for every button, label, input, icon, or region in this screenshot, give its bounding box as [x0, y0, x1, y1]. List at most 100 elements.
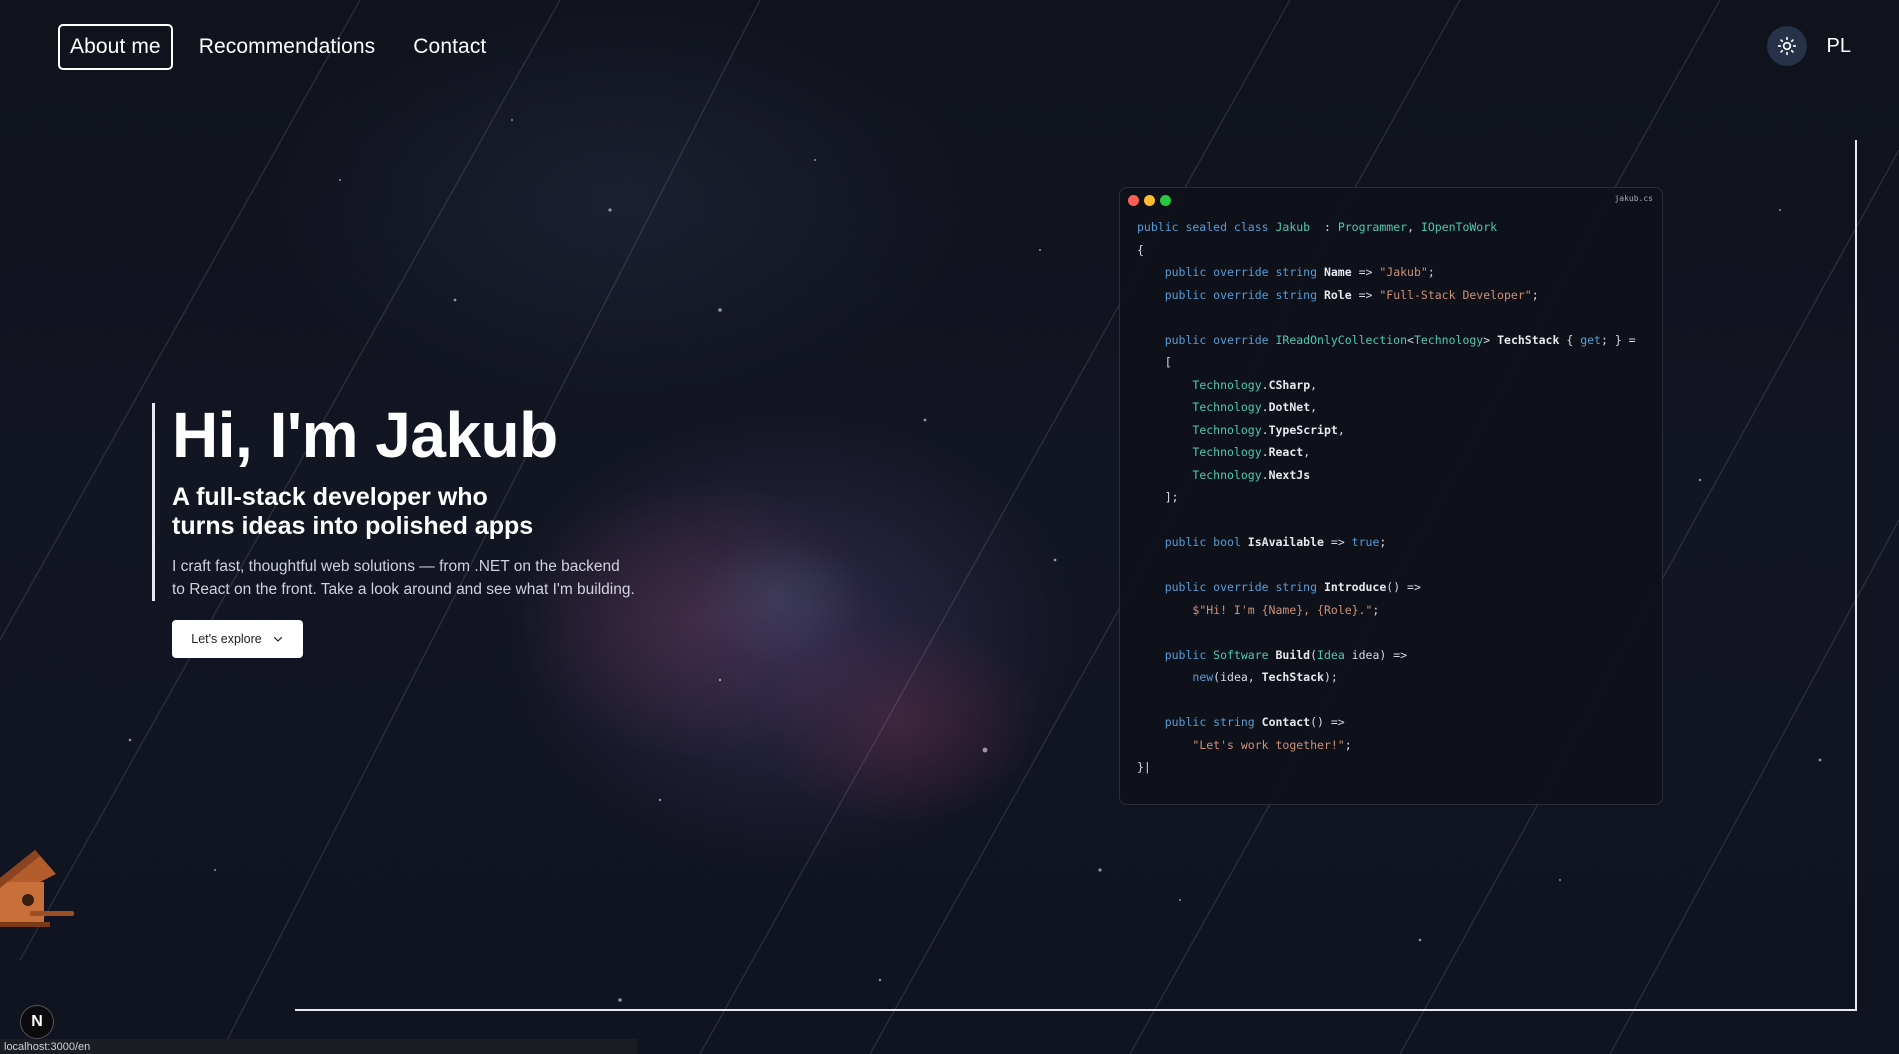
code-window-titlebar: jakub.cs: [1120, 188, 1662, 212]
code-token: Contact: [1261, 715, 1311, 729]
code-body: public sealed class Jakub : Programmer, …: [1120, 212, 1662, 779]
code-token: Name: [1323, 265, 1352, 279]
lets-explore-button[interactable]: Let's explore: [172, 620, 303, 658]
code-line: public override string Name => "Jakub";: [1137, 261, 1662, 284]
code-token: public: [1164, 647, 1214, 662]
code-token: DotNet: [1268, 400, 1311, 414]
code-token: ;: [1531, 287, 1539, 302]
code-token: "Full-Stack Developer": [1379, 287, 1532, 302]
frame-line-horizontal: [295, 1009, 1857, 1011]
code-line: public bool IsAvailable => true;: [1137, 531, 1662, 554]
hero-subtitle: A full-stack developer who turns ideas i…: [172, 483, 635, 541]
nextjs-badge[interactable]: N: [20, 1005, 54, 1039]
code-token: .: [1261, 377, 1269, 392]
hero-section: Hi, I'm Jakub A full-stack developer who…: [152, 403, 635, 601]
minimize-dot: [1144, 194, 1155, 206]
code-line: public override string Introduce() =>: [1137, 576, 1662, 599]
nav-contact[interactable]: Contact: [401, 24, 498, 70]
code-token: Role: [1323, 287, 1352, 302]
sun-icon: [1777, 36, 1796, 56]
code-token: IOpenToWork: [1420, 220, 1498, 234]
code-token: Jakub: [1275, 220, 1311, 234]
code-token: Programmer: [1337, 220, 1408, 234]
code-line: public Software Build(Idea idea) =>: [1137, 644, 1662, 667]
code-token: ;: [1427, 265, 1435, 279]
code-token: Introduce: [1323, 580, 1387, 594]
code-token: $"Hi! I'm {Name}, {Role}.": [1192, 602, 1373, 617]
code-token: () =>: [1310, 715, 1345, 729]
code-line: public override IReadOnlyCollection<Tech…: [1137, 329, 1662, 352]
code-token: NextJs: [1268, 467, 1311, 482]
code-token: idea) =>: [1344, 647, 1408, 662]
code-token: [: [1137, 355, 1172, 369]
code-token: Technology: [1192, 445, 1262, 459]
code-token: CSharp: [1268, 377, 1311, 392]
code-token: :: [1310, 220, 1338, 234]
code-token: ,: [1337, 422, 1345, 437]
code-token: React: [1268, 445, 1304, 459]
code-token: IsAvailable: [1247, 535, 1324, 549]
code-token: ;: [1372, 602, 1380, 617]
code-token: (: [1310, 647, 1318, 662]
theme-toggle-button[interactable]: [1766, 26, 1807, 66]
code-line: Technology.DotNet,: [1137, 396, 1662, 419]
nav-recommendations[interactable]: Recommendations: [187, 24, 388, 70]
code-token: ,: [1310, 377, 1318, 392]
code-token: >: [1483, 332, 1498, 347]
code-token: "Let's work together!": [1192, 737, 1345, 752]
code-token: TechStack: [1261, 670, 1324, 684]
code-token: .: [1261, 467, 1269, 482]
code-line: public override string Role => "Full-Sta…: [1137, 284, 1662, 307]
code-token: Technology: [1192, 422, 1262, 437]
code-token: }|: [1137, 760, 1151, 774]
code-line: $"Hi! I'm {Name}, {Role}.";: [1137, 599, 1662, 622]
chevron-down-icon: [273, 636, 282, 642]
code-token: true: [1351, 535, 1380, 549]
code-token: Technology: [1413, 332, 1484, 347]
code-line: public string Contact() =>: [1137, 711, 1662, 734]
code-token: .: [1261, 422, 1269, 437]
top-nav: About me Recommendations Contact: [58, 24, 498, 70]
birdhouse-icon: [0, 850, 74, 927]
code-token: TypeScript: [1268, 422, 1338, 437]
language-switch[interactable]: PL: [1827, 35, 1851, 58]
code-token: public bool: [1164, 535, 1248, 549]
lets-explore-label: Let's explore: [191, 632, 262, 646]
code-line: public sealed class Jakub : Programmer, …: [1137, 216, 1662, 239]
code-token: "Jakub": [1379, 265, 1428, 279]
code-token: );: [1323, 670, 1338, 684]
code-token: public override: [1164, 332, 1276, 347]
nav-right-controls: PL: [1766, 26, 1851, 66]
code-token: public string: [1164, 715, 1262, 729]
hero-description-line-1: I craft fast, thoughtful web solutions —…: [172, 558, 620, 575]
nav-about-me[interactable]: About me: [58, 24, 173, 70]
hero-subtitle-line-1: A full-stack developer who: [172, 483, 488, 511]
code-token: =>: [1351, 287, 1380, 302]
code-line: Technology.CSharp,: [1137, 374, 1662, 397]
code-token: new: [1192, 670, 1214, 684]
hero-title: Hi, I'm Jakub: [172, 399, 558, 471]
code-line: }|: [1137, 756, 1662, 779]
code-token: Technology: [1192, 467, 1262, 482]
code-window: jakub.cs public sealed class Jakub : Pro…: [1119, 187, 1663, 805]
code-line: new(idea, TechStack);: [1137, 666, 1662, 689]
code-token: =>: [1323, 535, 1352, 549]
close-dot: [1128, 194, 1139, 206]
